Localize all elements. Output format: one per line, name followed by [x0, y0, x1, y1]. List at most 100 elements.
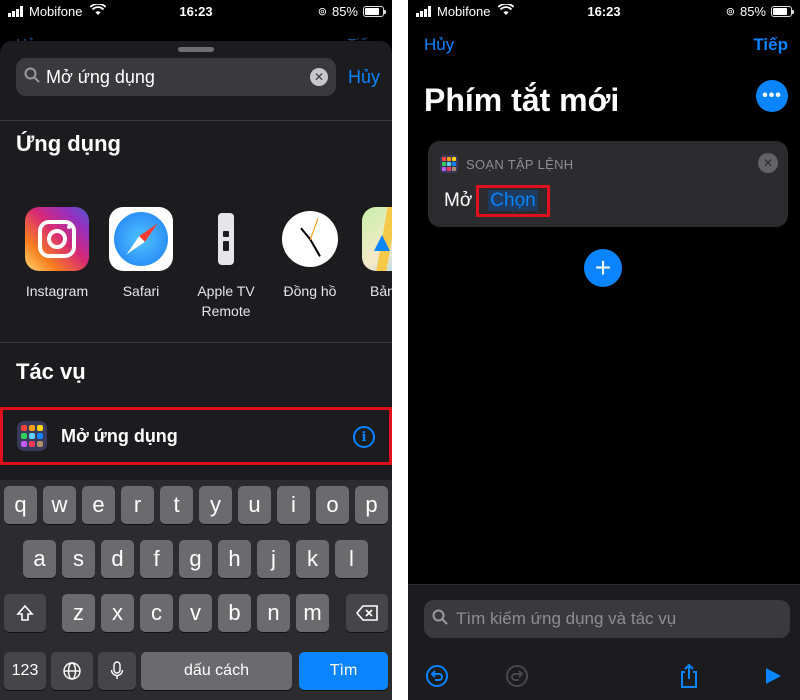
- status-right-group: ⊚ 85%: [317, 4, 386, 19]
- key-y[interactable]: y: [199, 486, 232, 524]
- key-l[interactable]: l: [335, 540, 368, 578]
- app-label: Instagram: [25, 283, 89, 299]
- key-q[interactable]: q: [4, 486, 37, 524]
- app-label: Đồng hồ: [283, 283, 337, 299]
- action-verb: Mở: [444, 190, 473, 211]
- key-m[interactable]: m: [296, 594, 329, 632]
- action-label: Mở ứng dụng: [61, 425, 178, 446]
- redo-icon[interactable]: [502, 661, 532, 691]
- search-field[interactable]: ✕: [16, 58, 336, 96]
- clock-icon: [278, 207, 342, 271]
- numbers-key[interactable]: 123: [4, 652, 46, 690]
- app-label: Safari: [122, 283, 160, 299]
- backspace-key-icon[interactable]: [346, 594, 388, 632]
- apps-row: Instagram Safari Apple TV Remote Đồng hồ…: [0, 207, 392, 327]
- actions-section-title: Tác vụ: [16, 359, 86, 384]
- key-w[interactable]: w: [43, 486, 76, 524]
- rotation-lock-icon: ⊚: [725, 6, 735, 18]
- status-bar: Mobifone 16:23 ⊚ 85%: [408, 0, 800, 26]
- battery-percent: 85%: [331, 4, 358, 19]
- app-apple-tv-remote[interactable]: Apple TV Remote: [186, 207, 266, 321]
- next-button[interactable]: Tiếp: [753, 35, 788, 55]
- card-header: SOẠN TẬP LỆNH: [440, 155, 573, 173]
- status-right-group: ⊚ 85%: [725, 4, 794, 19]
- search-return-key[interactable]: Tìm: [299, 652, 388, 690]
- app-label: Bản: [370, 283, 392, 299]
- space-key[interactable]: dấu cách: [141, 652, 292, 690]
- app-grid-icon: [440, 155, 458, 173]
- share-icon[interactable]: [674, 661, 704, 691]
- sheet-grabber[interactable]: [178, 47, 214, 52]
- key-g[interactable]: g: [179, 540, 212, 578]
- globe-key-icon[interactable]: [51, 652, 93, 690]
- instagram-icon: [25, 207, 89, 271]
- app-instagram[interactable]: Instagram: [17, 207, 97, 301]
- key-h[interactable]: h: [218, 540, 251, 578]
- bottom-toolbar: [408, 661, 800, 691]
- search-cancel-button[interactable]: Hủy: [348, 67, 380, 88]
- key-u[interactable]: u: [238, 486, 271, 524]
- key-r[interactable]: r: [121, 486, 154, 524]
- key-d[interactable]: d: [101, 540, 134, 578]
- shift-key-icon[interactable]: [4, 594, 46, 632]
- key-a[interactable]: a: [23, 540, 56, 578]
- key-p[interactable]: p: [355, 486, 388, 524]
- info-icon[interactable]: i: [353, 426, 375, 448]
- choose-app-token[interactable]: Chọn: [488, 190, 538, 211]
- app-grid-icon: [17, 421, 47, 451]
- clear-search-icon[interactable]: ✕: [309, 68, 328, 86]
- run-icon[interactable]: [758, 661, 788, 691]
- key-c[interactable]: c: [140, 594, 173, 632]
- battery-icon: [363, 6, 386, 17]
- key-j[interactable]: j: [257, 540, 290, 578]
- search-icon: [24, 67, 46, 88]
- app-safari[interactable]: Safari: [101, 207, 181, 301]
- key-f[interactable]: f: [140, 540, 173, 578]
- key-o[interactable]: o: [316, 486, 349, 524]
- status-bar: Mobifone 16:23 ⊚ 85%: [0, 0, 392, 26]
- key-i[interactable]: i: [277, 486, 310, 524]
- app-label: Apple TV Remote: [197, 283, 255, 319]
- undo-icon[interactable]: [422, 661, 452, 691]
- left-phone-screen: Mobifone 16:23 ⊚ 85% Hủy Tiếp ✕ Hủy: [0, 0, 392, 700]
- card-body: Mở Chọn: [444, 185, 550, 217]
- card-caption: SOẠN TẬP LỆNH: [466, 156, 574, 172]
- microphone-key-icon[interactable]: [98, 652, 136, 690]
- open-app-action-card: SOẠN TẬP LỆNH ✕ Mở Chọn: [428, 141, 788, 227]
- search-row: ✕ Hủy: [16, 58, 380, 96]
- app-clock[interactable]: Đồng hồ: [270, 207, 350, 301]
- apps-section-title: Ứng dụng: [16, 131, 121, 156]
- maps-icon: [362, 207, 392, 271]
- key-z[interactable]: z: [62, 594, 95, 632]
- key-t[interactable]: t: [160, 486, 193, 524]
- rotation-lock-icon: ⊚: [317, 6, 327, 18]
- open-app-action-row[interactable]: Mở ứng dụng i: [0, 407, 392, 465]
- key-e[interactable]: e: [82, 486, 115, 524]
- more-options-icon[interactable]: •••: [756, 80, 788, 112]
- search-icon: [432, 609, 456, 630]
- divider: [0, 120, 392, 121]
- right-phone-screen: Mobifone 16:23 ⊚ 85% Hủy Tiếp Phím tắt m…: [408, 0, 800, 700]
- bottom-panel: [408, 584, 800, 700]
- safari-icon: [109, 207, 173, 271]
- divider: [0, 342, 392, 343]
- battery-percent: 85%: [739, 4, 766, 19]
- app-maps[interactable]: Bản: [354, 207, 392, 301]
- choose-app-highlight[interactable]: Chọn: [476, 185, 550, 217]
- remove-action-icon[interactable]: ✕: [758, 153, 778, 173]
- key-v[interactable]: v: [179, 594, 212, 632]
- apple-tv-remote-icon: [194, 207, 258, 271]
- key-n[interactable]: n: [257, 594, 290, 632]
- key-k[interactable]: k: [296, 540, 329, 578]
- page-title: Phím tắt mới: [424, 82, 620, 118]
- add-action-button[interactable]: +: [584, 249, 622, 287]
- search-input[interactable]: [46, 66, 310, 88]
- key-b[interactable]: b: [218, 594, 251, 632]
- action-search-input[interactable]: [456, 609, 782, 629]
- key-s[interactable]: s: [62, 540, 95, 578]
- cancel-button[interactable]: Hủy: [424, 35, 454, 55]
- keyboard: q w e r t y u i o p a s d f g h j k l z x c v b n m 123 dấu cách Tìm: [0, 480, 392, 700]
- key-x[interactable]: x: [101, 594, 134, 632]
- battery-icon: [771, 6, 794, 17]
- action-search-bar[interactable]: [424, 600, 790, 638]
